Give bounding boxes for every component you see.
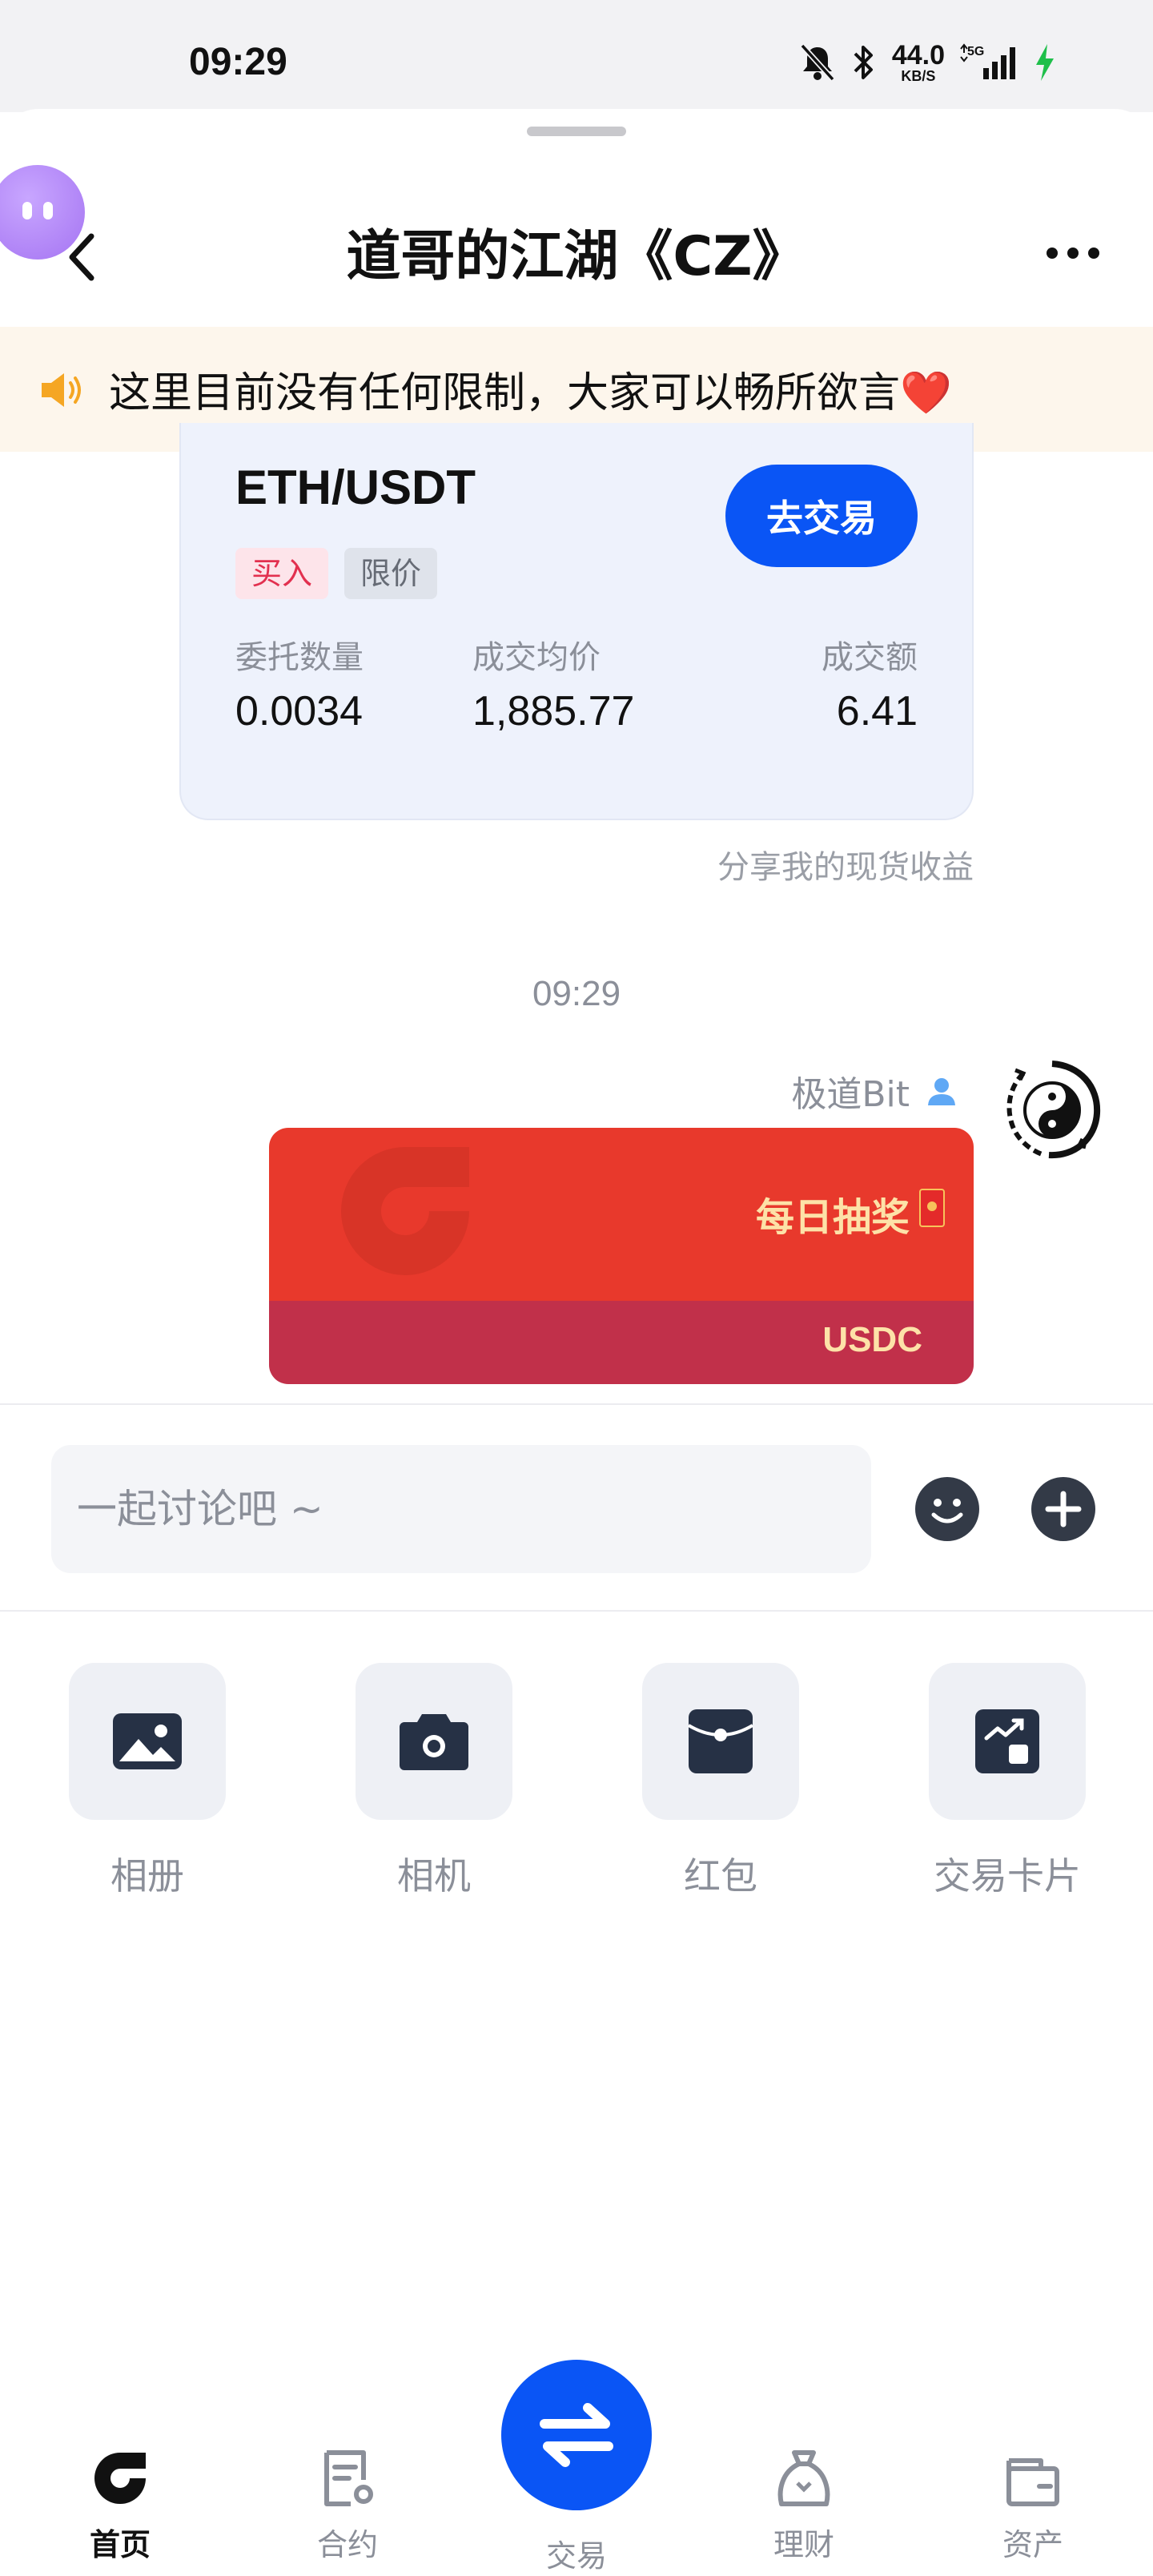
- bot-eye-left: [22, 202, 32, 219]
- stat-label-avg-price: 成交均价: [472, 639, 601, 676]
- tool-red-packet-label: 红包: [684, 1854, 757, 1898]
- charging-icon: [1036, 44, 1054, 81]
- nav-home[interactable]: 首页: [40, 2448, 200, 2564]
- nav-contract-label: 合约: [316, 2527, 378, 2562]
- notice-text: 这里目前没有任何限制，大家可以畅所欲言❤️: [109, 369, 952, 417]
- red-packet-body: 每日抽奖: [269, 1128, 974, 1301]
- more-dots-icon: [1047, 248, 1099, 259]
- red-packet-message[interactable]: 每日抽奖 USDC: [269, 1128, 974, 1384]
- order-type-badge: 限价: [344, 548, 438, 599]
- sender-name[interactable]: 极道Bit: [791, 1065, 958, 1117]
- composer-divider-top: [0, 1403, 1153, 1405]
- camera-icon: [400, 1714, 468, 1770]
- net-speed: 44.0 KB/S: [891, 40, 945, 84]
- sender-name-text: 极道Bit: [791, 1074, 910, 1115]
- nav-trade-label: 交易: [545, 2538, 607, 2574]
- tool-trade-card-box[interactable]: [929, 1663, 1086, 1820]
- app-screen: 09:29 44.0 KB/S 5G 道哥的江湖《CZ》 这里目前没有任何限制，…: [0, 0, 1153, 2576]
- yin-yang-dragon-avatar: [1006, 1061, 1101, 1159]
- chat-sheet: 道哥的江湖《CZ》 这里目前没有任何限制，大家可以畅所欲言❤️ ETH/USDT…: [0, 109, 1153, 2576]
- trade-share-card[interactable]: ETH/USDT 买入 限价 去交易 委托数量 0.0034 成交均价 1,88…: [179, 423, 974, 820]
- contract-icon: [324, 2450, 373, 2506]
- stat-value-quantity: 0.0034: [235, 688, 364, 735]
- plus-icon[interactable]: [1030, 1476, 1096, 1542]
- card-caption: 分享我的现货收益: [717, 849, 974, 886]
- tool-trade-card[interactable]: 交易卡片: [929, 1663, 1086, 1900]
- signal-icon: 5G: [960, 43, 1015, 79]
- tool-camera-box[interactable]: [356, 1663, 512, 1820]
- chat-title: 道哥的江湖《CZ》: [346, 225, 807, 288]
- tool-camera-label: 相机: [397, 1854, 471, 1898]
- svg-text:5G: 5G: [967, 45, 984, 58]
- side-badge: 买入: [235, 548, 329, 599]
- emoji-icon[interactable]: [914, 1476, 980, 1542]
- red-packet-title: 每日抽奖: [755, 1195, 910, 1240]
- nav-finance-label: 理财: [773, 2527, 834, 2562]
- tool-red-packet[interactable]: 红包: [642, 1663, 799, 1900]
- mute-bell-icon: [800, 43, 835, 82]
- message-input[interactable]: [51, 1445, 871, 1573]
- nav-assets[interactable]: 资产: [953, 2448, 1113, 2564]
- stat-value-amount: 6.41: [836, 688, 918, 735]
- nav-home-label: 首页: [89, 2527, 151, 2562]
- nav-contract[interactable]: 合约: [267, 2448, 428, 2564]
- tool-album-label: 相册: [110, 1854, 184, 1898]
- go-trade-button[interactable]: 去交易: [725, 465, 918, 567]
- stat-value-avg-price: 1,885.77: [472, 688, 635, 735]
- more-button[interactable]: [1041, 229, 1105, 277]
- stat-label-quantity: 委托数量: [235, 639, 364, 676]
- red-packet-coin: USDC: [822, 1320, 922, 1359]
- nav-finance[interactable]: 理财: [724, 2448, 884, 2564]
- status-icons: 44.0 KB/S 5G: [799, 38, 1057, 87]
- message-input-box[interactable]: [51, 1445, 871, 1573]
- red-packet-icon: [687, 1709, 754, 1773]
- wallet-icon: [1006, 2458, 1059, 2506]
- red-envelope-icon: [919, 1189, 945, 1227]
- home-logo-icon: [94, 2453, 146, 2504]
- trade-pair: ETH/USDT: [235, 461, 476, 514]
- trade-card-icon: [975, 1709, 1039, 1773]
- status-time: 09:29: [189, 41, 287, 83]
- tool-red-packet-box[interactable]: [642, 1663, 799, 1820]
- finance-icon: [777, 2450, 830, 2506]
- composer-divider-bottom: [0, 1610, 1153, 1612]
- stat-label-amount: 成交额: [822, 639, 918, 676]
- bluetooth-icon: [854, 46, 873, 79]
- speaker-icon: [42, 373, 81, 407]
- sheet-grabber[interactable]: [527, 127, 626, 136]
- swap-icon: [540, 2403, 613, 2467]
- nav-trade-button[interactable]: [501, 2360, 652, 2510]
- sender-avatar[interactable]: [999, 1057, 1105, 1163]
- tool-trade-card-label: 交易卡片: [934, 1854, 1081, 1898]
- message-timestamp: 09:29: [532, 974, 621, 1013]
- brand-watermark-icon: [341, 1147, 469, 1275]
- red-packet-footer: USDC: [269, 1301, 974, 1384]
- tool-album[interactable]: 相册: [69, 1663, 226, 1900]
- tool-camera[interactable]: 相机: [356, 1663, 512, 1900]
- tool-album-box[interactable]: [69, 1663, 226, 1820]
- photo-icon: [113, 1713, 182, 1769]
- status-bar: 09:29 44.0 KB/S 5G: [0, 0, 1153, 112]
- user-icon: [928, 1078, 955, 1105]
- bot-eye-right: [43, 202, 53, 219]
- nav-assets-label: 资产: [1002, 2527, 1063, 2562]
